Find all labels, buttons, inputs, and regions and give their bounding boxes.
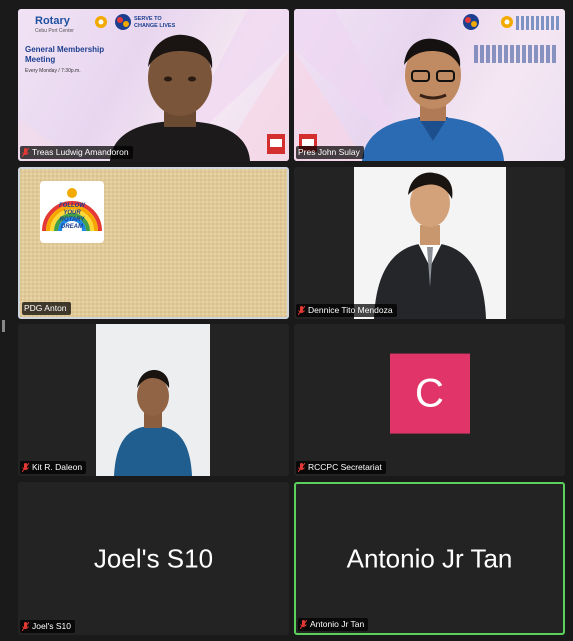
participant-video-kit [114,370,192,476]
video-tile-dennice-tito-mendoza[interactable]: Dennice Tito Mendoza [294,167,565,319]
mirrored-banner-text [516,16,561,30]
participant-name-tag: Dennice Tito Mendoza [296,304,397,317]
mic-muted-icon [298,462,305,472]
participant-name-tag: Pres John Sulay [296,146,364,159]
participant-display-name: Antonio Jr Tan [346,543,513,573]
video-tile-pres-john-sulay[interactable]: Pres John Sulay [294,9,565,161]
video-tile-rccpc-secretariat[interactable]: C RCCPC Secretariat [294,324,565,476]
participant-name-tag: Treas Ludwig Amandoron [20,146,133,159]
participant-name: Joel's S10 [32,621,71,631]
participant-name: Dennice Tito Mendoza [308,305,393,315]
video-tile-kit-daleon[interactable]: Kit R. Daleon [18,324,289,476]
participant-name: Treas Ludwig Amandoron [32,147,129,157]
police-badge-icon [267,134,285,154]
mic-muted-icon [22,462,29,472]
video-tile-antonio-jr-tan[interactable]: Antonio Jr Tan Antonio Jr Tan [294,482,565,635]
participant-video-pres [362,38,504,161]
participant-name-tag: Kit R. Daleon [20,461,87,474]
serve-to-change-lives-logo-icon [463,14,479,30]
mic-muted-icon [298,305,305,315]
participant-name: PDG Anton [24,303,67,313]
video-tile-pdg-anton[interactable]: FOLLOW YOUR ROTARY DREAM PDG Anton [18,167,289,319]
avatar: C [389,353,470,434]
mic-muted-icon [22,621,29,631]
participant-name: Pres John Sulay [298,147,360,157]
participant-display-name: Joel's S10 [93,543,214,573]
video-tile-joels-s10[interactable]: Joel's S10 Joel's S10 [18,482,289,635]
participant-name: Antonio Jr Tan [310,619,365,629]
rotary-dream-badge: FOLLOW YOUR ROTARY DREAM [40,181,104,243]
club-subtitle: Cebu Port Center [35,28,74,34]
participant-name-tag: RCCPC Secretariat [296,461,386,474]
participant-name-tag: Antonio Jr Tan [298,618,369,631]
badge-text: FOLLOW YOUR ROTARY DREAM [59,203,85,230]
mic-muted-icon [300,619,307,629]
mic-muted-icon [22,147,29,157]
meeting-schedule: Every Monday / 7:30p.m. [25,68,81,74]
participant-name: Kit R. Daleon [32,462,83,472]
participant-name-tag: Joel's S10 [20,620,75,633]
participant-video-treas [110,34,250,161]
participant-photo-dennice [374,172,486,319]
video-tile-treas-ludwig[interactable]: Rotary Cebu Port Center SERVE TO CHANGE … [18,9,289,161]
rotary-logo-text: Rotary [35,15,70,27]
participant-name-tag: PDG Anton [22,302,71,315]
participant-name: RCCPC Secretariat [308,462,382,472]
rotary-wheel-icon [501,16,513,28]
grid-scroll-indicator[interactable] [2,320,5,332]
